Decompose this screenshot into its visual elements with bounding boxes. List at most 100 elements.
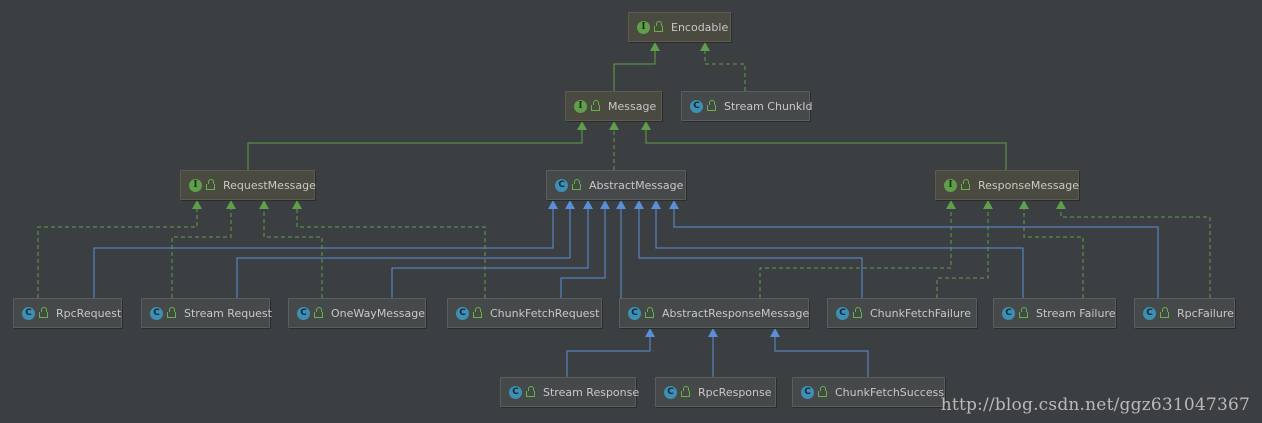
arrowhead-Encodable <box>650 42 660 51</box>
arrowhead-Message <box>609 121 619 130</box>
edge-RequestMessage-to-Message <box>247 121 583 170</box>
arrowhead-AbstractResponseMessage <box>645 328 655 337</box>
class-icon: C <box>801 385 814 399</box>
edges-canvas <box>37 42 1211 377</box>
arrowhead-AbstractMessage <box>651 200 661 209</box>
edge-StreamFailure-to-AbstractMessage <box>655 200 1024 298</box>
class-icon: C <box>297 306 310 320</box>
node-chunk-fetch-request[interactable]: C ChunkFetchRequest <box>447 298 602 328</box>
arrowhead-AbstractResponseMessage <box>708 328 718 337</box>
public-lock-icon <box>572 179 581 190</box>
arrowhead-RequestMessage <box>226 200 236 209</box>
arrowhead-Message <box>641 121 651 130</box>
node-rpc-failure[interactable]: C RpcFailure <box>1134 298 1235 328</box>
node-label: ChunkFetchSuccess <box>835 385 945 399</box>
node-stream-request[interactable]: C Stream Request <box>141 298 272 328</box>
node-label: RpcRequest <box>56 306 122 320</box>
arrowhead-AbstractResponseMessage <box>770 328 780 337</box>
public-lock-icon <box>1019 307 1028 318</box>
arrowhead-ResponseMessage <box>1056 200 1066 209</box>
edge-RpcFailure-to-AbstractMessage <box>673 200 1159 298</box>
edge-StreamChunkId-to-Encodable <box>704 42 746 91</box>
public-lock-icon <box>526 386 535 397</box>
node-rpc-request[interactable]: C RpcRequest <box>13 298 122 328</box>
class-icon: C <box>22 306 35 320</box>
node-label: RequestMessage <box>223 178 316 192</box>
node-chunk-fetch-failure[interactable]: C ChunkFetchFailure <box>827 298 977 328</box>
public-lock-icon <box>853 307 862 318</box>
node-label: ResponseMessage <box>978 178 1080 192</box>
node-label: AbstractResponseMessage <box>662 306 810 320</box>
edge-StreamRequest-to-RequestMessage <box>171 200 232 298</box>
node-label: Encodable <box>671 20 729 34</box>
node-stream-failure[interactable]: C Stream Failure <box>993 298 1116 328</box>
node-abstract-message[interactable]: C AbstractMessage <box>546 170 686 200</box>
class-icon: C <box>509 385 522 399</box>
arrowhead-RequestMessage <box>292 200 302 209</box>
arrowhead-Encodable <box>700 42 710 51</box>
edge-StreamRequest-to-AbstractMessage <box>236 200 571 298</box>
public-lock-icon <box>961 179 970 190</box>
public-lock-icon <box>654 21 663 32</box>
arrowhead-AbstractMessage <box>634 200 644 209</box>
edge-Message-to-Encodable <box>613 42 656 91</box>
class-icon: C <box>555 178 568 192</box>
arrowhead-RequestMessage <box>192 200 202 209</box>
node-label: Stream Request <box>184 306 272 320</box>
node-stream-chunk-id[interactable]: C Stream ChunkId <box>681 91 813 121</box>
arrowhead-AbstractMessage <box>565 200 575 209</box>
node-chunk-fetch-success[interactable]: C ChunkFetchSuccess <box>792 377 945 407</box>
public-lock-icon <box>167 307 176 318</box>
public-lock-icon <box>707 100 716 111</box>
edge-RpcRequest-to-RequestMessage <box>37 200 198 298</box>
arrowhead-ResponseMessage <box>983 200 993 209</box>
node-label: AbstractMessage <box>589 178 684 192</box>
arrowhead-Message <box>577 121 587 130</box>
edge-ChunkFetchFailure-to-AbstractMessage <box>638 200 863 298</box>
interface-icon: I <box>189 178 202 192</box>
public-lock-icon <box>206 179 215 190</box>
edge-OneWayMessage-to-RequestMessage <box>263 200 323 298</box>
arrowhead-AbstractMessage <box>600 200 610 209</box>
node-encodable[interactable]: I Encodable <box>628 12 731 42</box>
node-label: Stream Response <box>543 385 640 399</box>
node-rpc-response[interactable]: C RpcResponse <box>655 377 776 407</box>
edge-ResponseMessage-to-Message <box>645 121 1007 170</box>
arrowhead-RequestMessage <box>259 200 269 209</box>
node-label: RpcResponse <box>698 385 772 399</box>
class-icon: C <box>628 306 641 320</box>
interface-icon: I <box>944 178 957 192</box>
public-lock-icon <box>473 307 482 318</box>
node-request-message[interactable]: I RequestMessage <box>180 170 316 200</box>
edge-StreamFailure-to-ResponseMessage <box>1023 200 1084 298</box>
node-abstract-response-message[interactable]: C AbstractResponseMessage <box>619 298 809 328</box>
class-icon: C <box>456 306 469 320</box>
node-response-message[interactable]: I ResponseMessage <box>935 170 1079 200</box>
public-lock-icon <box>314 307 323 318</box>
watermark: http://blog.csdn.net/ggz631047367 <box>940 395 1250 415</box>
class-icon: C <box>150 306 163 320</box>
edge-ChunkFetchRequest-to-AbstractMessage <box>560 200 606 298</box>
edge-RpcRequest-to-AbstractMessage <box>93 200 554 298</box>
edge-ChunkFetchRequest-to-RequestMessage <box>296 200 486 298</box>
node-stream-response[interactable]: C Stream Response <box>500 377 640 407</box>
public-lock-icon <box>645 307 654 318</box>
arrowhead-ResponseMessage <box>946 200 956 209</box>
arrowhead-AbstractMessage <box>548 200 558 209</box>
class-icon: C <box>1002 306 1015 320</box>
class-icon: C <box>690 99 703 113</box>
node-label: Stream Failure <box>1036 306 1116 320</box>
arrowhead-AbstractMessage <box>669 200 679 209</box>
interface-icon: I <box>637 20 650 34</box>
public-lock-icon <box>818 386 827 397</box>
interface-icon: I <box>574 99 587 113</box>
node-label: ChunkFetchRequest <box>490 306 600 320</box>
node-message[interactable]: I Message <box>565 91 662 121</box>
class-icon: C <box>1143 306 1156 320</box>
arrowhead-AbstractMessage <box>583 200 593 209</box>
node-one-way-message[interactable]: C OneWayMessage <box>288 298 426 328</box>
edge-ChunkFetchSuccess-to-AbstractResponseMessage <box>774 328 869 377</box>
node-label: Message <box>608 99 657 113</box>
class-icon: C <box>836 306 849 320</box>
edge-OneWayMessage-to-AbstractMessage <box>391 200 589 298</box>
